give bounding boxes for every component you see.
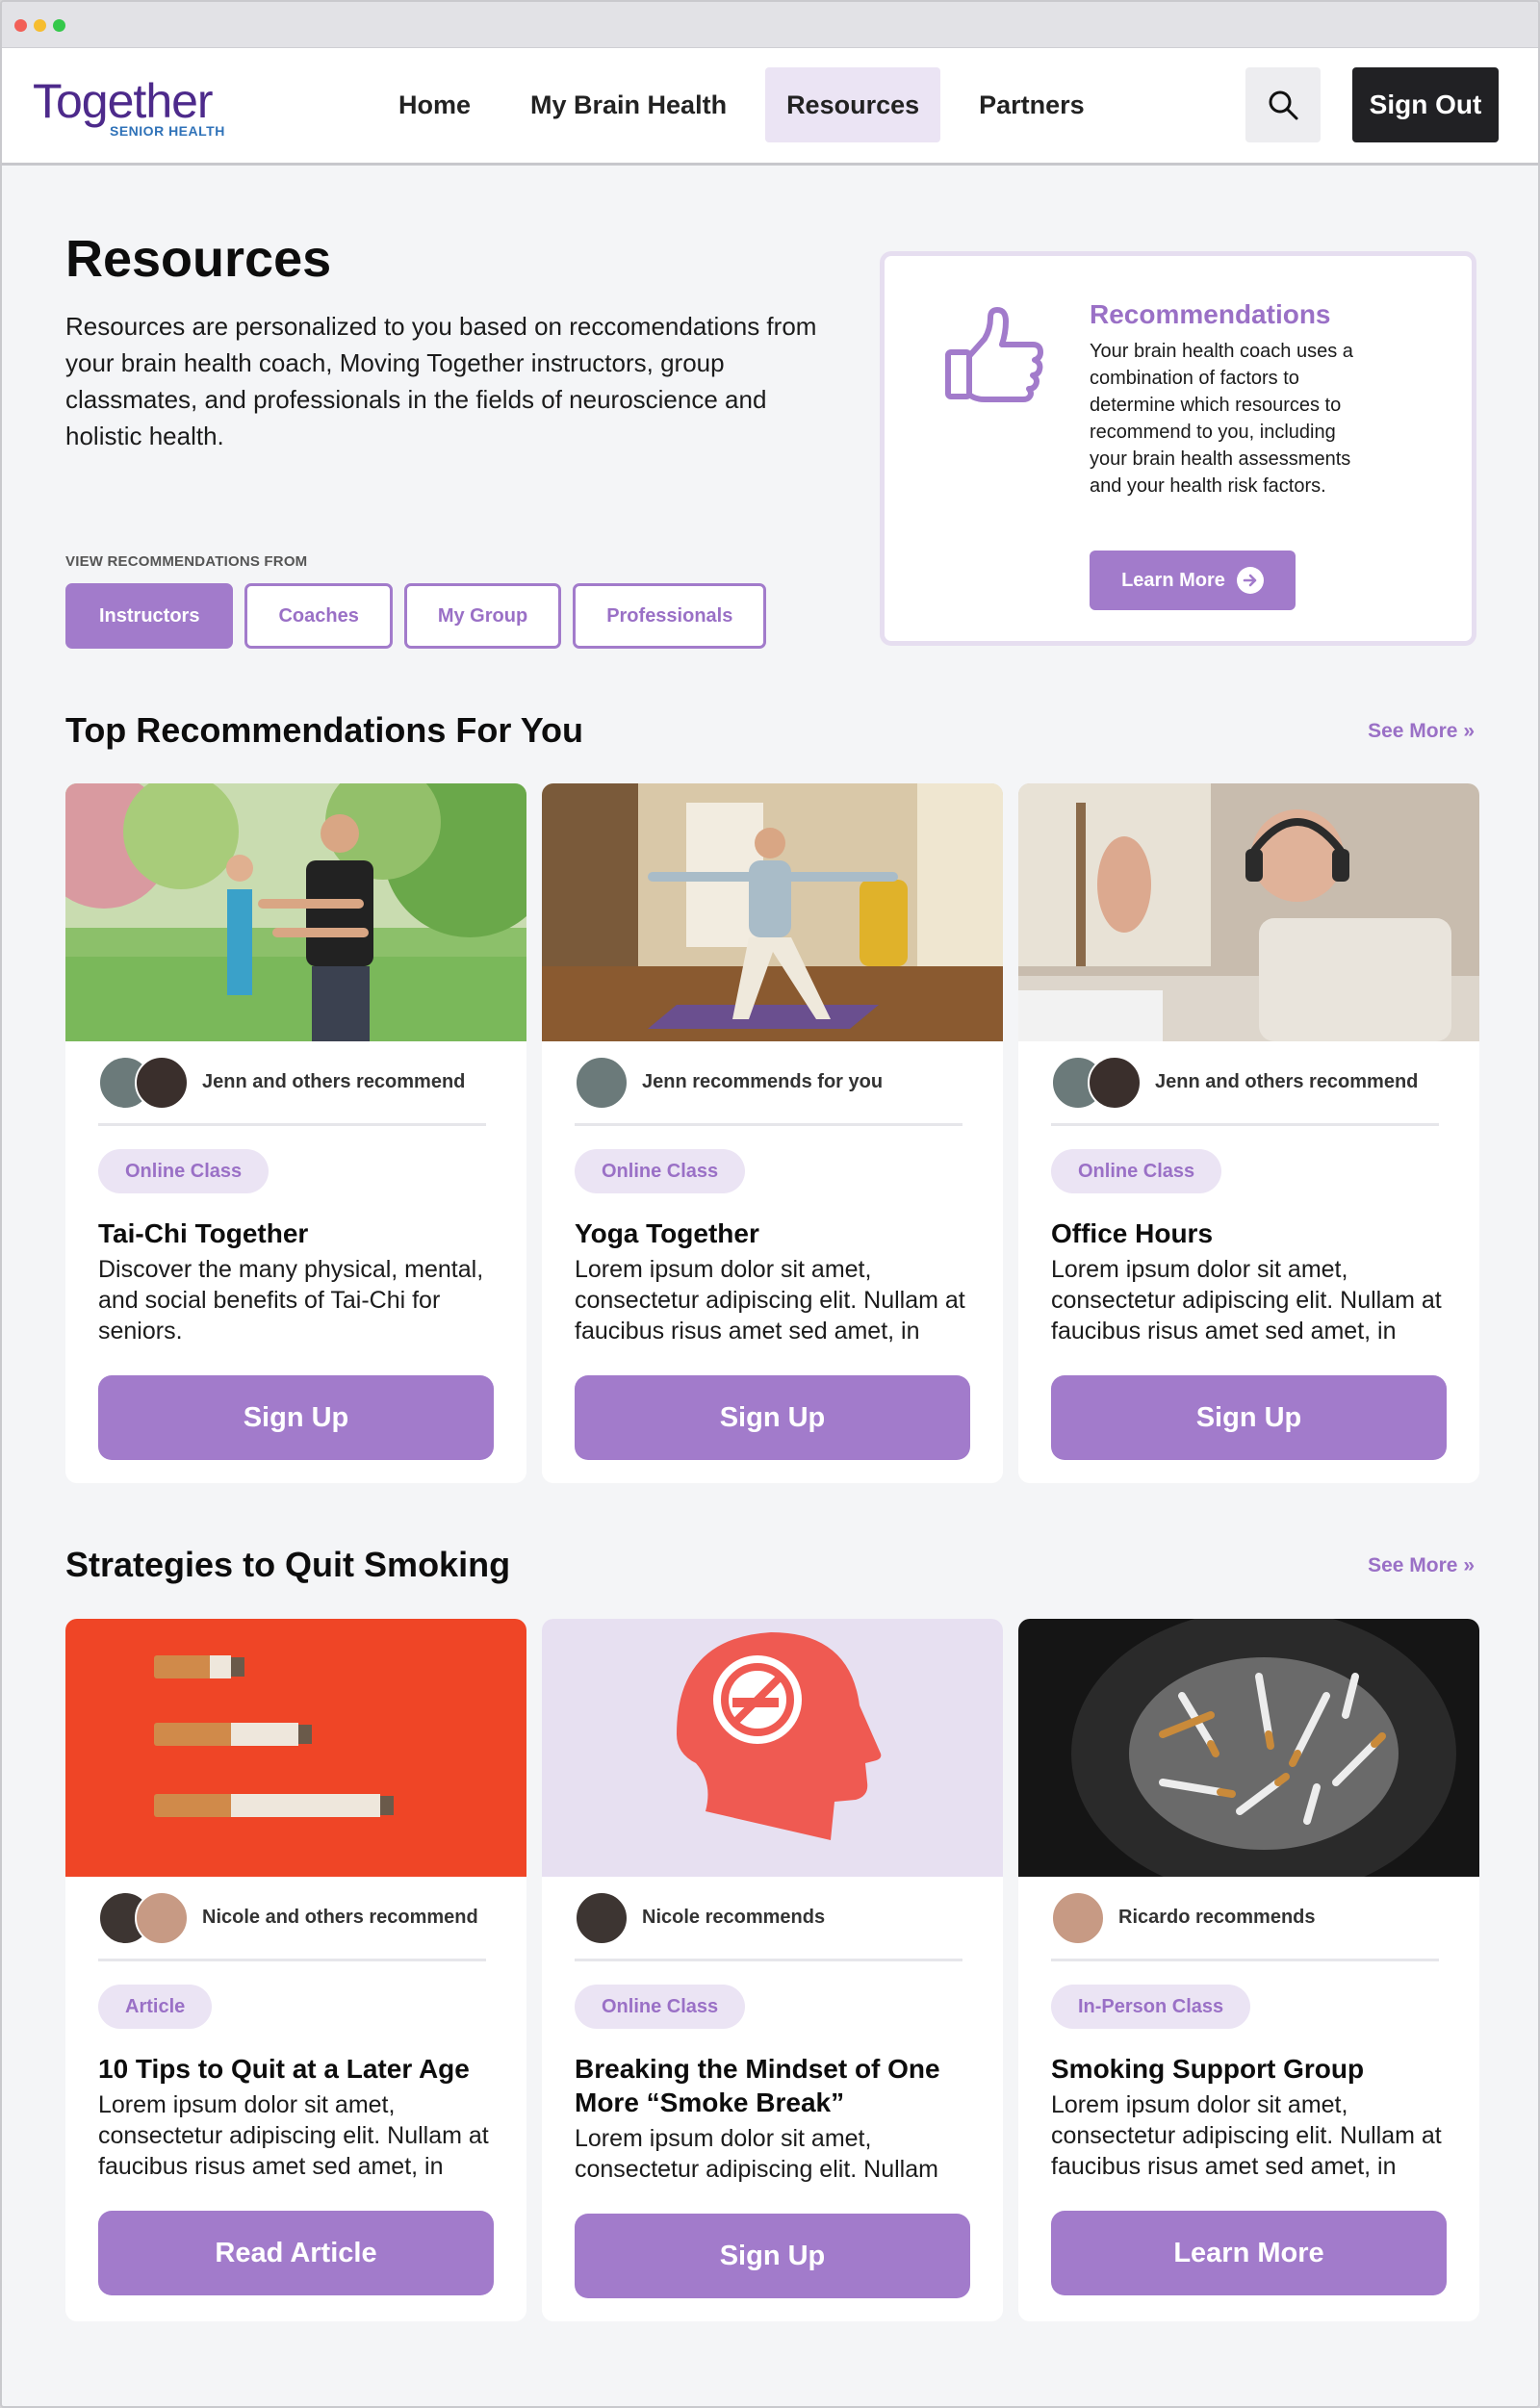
- site-header: Together SENIOR HEALTH Home My Brain Hea…: [2, 48, 1538, 166]
- sign-up-button[interactable]: Sign Up: [575, 2214, 970, 2298]
- avatar: [575, 1055, 629, 1110]
- avatar-group: [98, 1055, 189, 1110]
- ashtray-photo[interactable]: [1018, 1619, 1479, 1877]
- resource-type-tag: Online Class: [575, 1149, 746, 1193]
- smoking-cards: Nicole and others recommend Article 10 T…: [65, 1619, 1479, 2321]
- logo[interactable]: Together SENIOR HEALTH: [33, 73, 244, 141]
- recommender-row: Jenn and others recommend: [1051, 1041, 1439, 1126]
- resource-title: Breaking the Mindset of One More “Smoke …: [575, 2054, 940, 2117]
- resource-type-tag: Article: [98, 1985, 213, 2029]
- recommender-text: Nicole and others recommend: [202, 1907, 478, 1928]
- logo-subtitle: SENIOR HEALTH: [110, 123, 225, 139]
- resource-title: Smoking Support Group: [1051, 2054, 1365, 2084]
- recommender-row: Jenn recommends for you: [575, 1041, 962, 1126]
- recommender-row: Nicole recommends: [575, 1877, 962, 1961]
- avatar: [1088, 1055, 1142, 1110]
- arrow-right-icon: [1236, 567, 1264, 594]
- section-title-quit-smoking: Strategies to Quit Smoking: [65, 1545, 511, 1584]
- recommender-text: Jenn recommends for you: [642, 1071, 884, 1092]
- resource-description: Lorem ipsum dolor sit amet, consectetur …: [98, 2091, 489, 2180]
- filter-professionals[interactable]: Professionals: [573, 583, 767, 649]
- recommender-row: Ricardo recommends: [1051, 1877, 1439, 1961]
- avatar-group: [98, 1890, 189, 1945]
- recommender-text: Ricardo recommends: [1118, 1907, 1316, 1928]
- filter-label: VIEW RECOMMENDATIONS FROM: [65, 553, 308, 570]
- cigarettes-photo[interactable]: [65, 1619, 526, 1877]
- thumbs-up-icon: [945, 307, 1043, 402]
- avatar: [135, 1890, 189, 1945]
- nav-item-home[interactable]: Home: [377, 67, 492, 142]
- resource-description: Discover the many physical, mental, and …: [98, 1256, 484, 1345]
- sign-up-button[interactable]: Sign Up: [1051, 1375, 1447, 1460]
- resource-type-tag: Online Class: [98, 1149, 270, 1193]
- filter-my-group[interactable]: My Group: [403, 583, 562, 649]
- close-window-button[interactable]: [14, 19, 27, 32]
- recommender-row: Nicole and others recommend: [98, 1877, 486, 1961]
- filter-instructors[interactable]: Instructors: [65, 583, 234, 649]
- resource-description: Lorem ipsum dolor sit amet, consectetur …: [1051, 2091, 1442, 2180]
- resource-card: Jenn recommends for you Online Class Yog…: [542, 783, 1003, 1483]
- read-article-button[interactable]: Read Article: [98, 2211, 494, 2295]
- page-title: Resources: [65, 230, 332, 288]
- resource-title: 10 Tips to Quit at a Later Age: [98, 2054, 470, 2084]
- recommender-row: Jenn and others recommend: [98, 1041, 486, 1126]
- avatar-group: [1051, 1055, 1142, 1110]
- maximize-window-button[interactable]: [53, 19, 65, 32]
- see-more-link[interactable]: See More »: [1368, 1554, 1475, 1577]
- recommendations-info-card: Recommendations Your brain health coach …: [880, 251, 1476, 646]
- avatar-group: [1051, 1890, 1105, 1945]
- avatar-group: [575, 1890, 629, 1945]
- browser-window: Together SENIOR HEALTH Home My Brain Hea…: [0, 0, 1540, 2408]
- recommender-text: Jenn and others recommend: [1155, 1071, 1419, 1092]
- recommender-text: Jenn and others recommend: [202, 1071, 466, 1092]
- recommendations-title: Recommendations: [1090, 299, 1331, 329]
- yoga-photo[interactable]: [542, 783, 1003, 1041]
- resource-type-tag: Online Class: [575, 1985, 746, 2029]
- search-icon: [1269, 90, 1298, 120]
- learn-more-button[interactable]: Learn More: [1090, 551, 1296, 610]
- resource-card: Jenn and others recommend Online Class T…: [65, 783, 526, 1483]
- avatar: [1051, 1890, 1105, 1945]
- headphones-photo[interactable]: [1018, 783, 1479, 1041]
- minimize-window-button[interactable]: [34, 19, 46, 32]
- avatar: [575, 1890, 629, 1945]
- intro-text: Resources are personalized to you based …: [65, 312, 817, 450]
- recommendation-cards: Jenn and others recommend Online Class T…: [65, 783, 1479, 1483]
- resource-type-tag: Online Class: [1051, 1149, 1222, 1193]
- resource-description: Lorem ipsum dolor sit amet, consectetur …: [1051, 1256, 1442, 1345]
- main-nav: Home My Brain Health Resources Partners: [377, 67, 1106, 142]
- filter-coaches[interactable]: Coaches: [244, 583, 393, 649]
- logo-wordmark: Together: [33, 74, 214, 128]
- nav-item-my-brain-health[interactable]: My Brain Health: [509, 67, 748, 142]
- resource-title: Yoga Together: [575, 1218, 759, 1248]
- nav-item-partners[interactable]: Partners: [958, 67, 1106, 142]
- resource-title: Tai-Chi Together: [98, 1218, 309, 1248]
- search-button[interactable]: [1245, 67, 1321, 142]
- see-more-link[interactable]: See More »: [1368, 720, 1475, 743]
- recommender-text: Nicole recommends: [642, 1907, 826, 1928]
- resource-card: Jenn and others recommend Online Class O…: [1018, 783, 1479, 1483]
- sign-out-button[interactable]: Sign Out: [1352, 67, 1499, 142]
- sign-up-button[interactable]: Sign Up: [98, 1375, 494, 1460]
- resource-type-tag: In-Person Class: [1051, 1985, 1251, 2029]
- section-title-top-recommendations: Top Recommendations For You: [65, 710, 584, 750]
- learn-more-button[interactable]: Learn More: [1051, 2211, 1447, 2295]
- avatar-group: [575, 1055, 629, 1110]
- resource-card: Nicole recommends Online Class Breaking …: [542, 1619, 1003, 2321]
- resource-description: Lorem ipsum dolor sit amet, consectetur …: [575, 2125, 938, 2183]
- resource-card: Nicole and others recommend Article 10 T…: [65, 1619, 526, 2321]
- recommendation-filters: Instructors Coaches My Group Professiona…: [65, 583, 767, 649]
- resource-description: Lorem ipsum dolor sit amet, consectetur …: [575, 1256, 965, 1345]
- learn-more-label: Learn More: [1121, 569, 1225, 591]
- no-smoking-head-illustration[interactable]: [542, 1619, 1003, 1877]
- avatar: [135, 1055, 189, 1110]
- nav-item-resources[interactable]: Resources: [765, 67, 941, 142]
- recommendations-text: Your brain health coach uses a combinati…: [1090, 341, 1353, 497]
- resource-title: Office Hours: [1051, 1218, 1214, 1248]
- resource-card: Ricardo recommends In-Person Class Smoki…: [1018, 1619, 1479, 2321]
- tai-chi-photo[interactable]: [65, 783, 526, 1041]
- window-titlebar: [2, 2, 1538, 48]
- sign-up-button[interactable]: Sign Up: [575, 1375, 970, 1460]
